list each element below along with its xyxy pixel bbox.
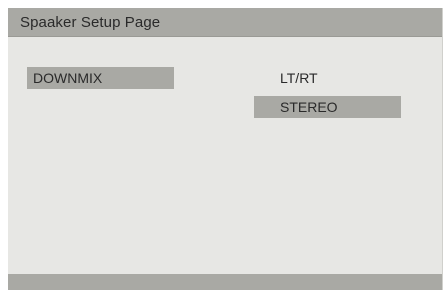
option-lt-rt[interactable]: LT/RT [258,67,378,89]
option-label: LT/RT [280,70,318,86]
menu-item-label: DOWNMIX [33,70,103,86]
footer-bar [8,274,442,290]
page-title: Spaaker Setup Page [20,14,161,31]
header-bar: Spaaker Setup Page [8,8,442,37]
menu-item-downmix[interactable]: DOWNMIX [27,67,174,89]
option-label: STEREO [280,99,338,115]
option-stereo[interactable]: STEREO [254,96,401,118]
speaker-setup-screen: Spaaker Setup Page DOWNMIX LT/RT STEREO [8,8,443,290]
